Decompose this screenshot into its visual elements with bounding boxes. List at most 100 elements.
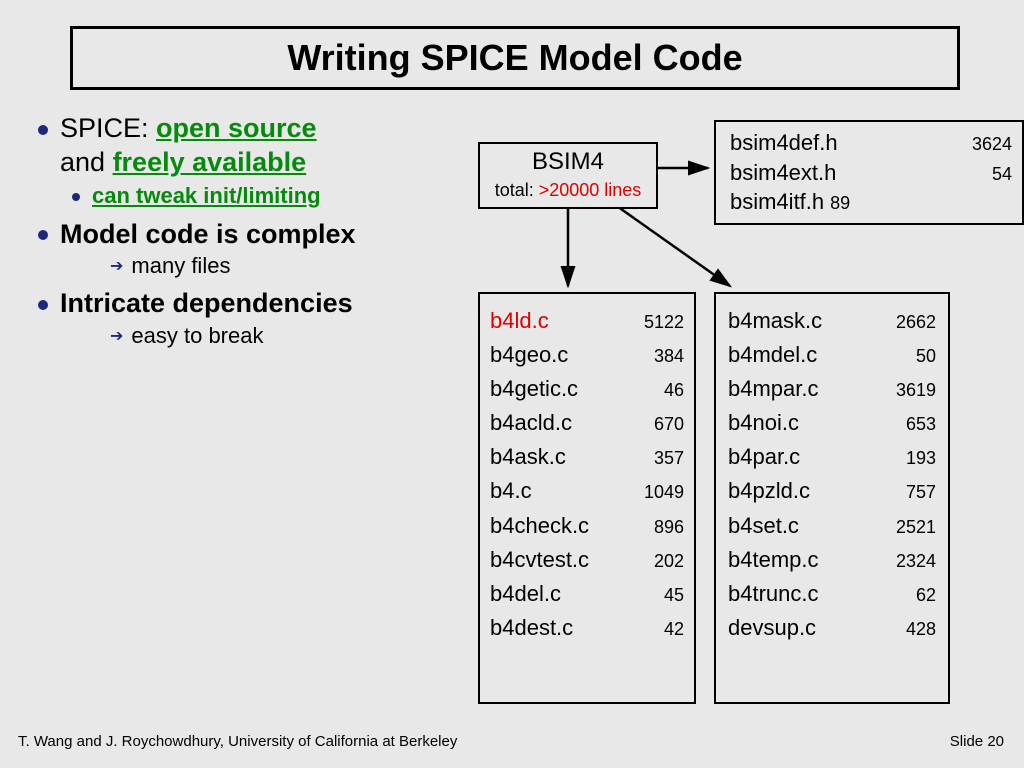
bullet-text-green: can tweak init/limiting <box>92 183 321 208</box>
file-linecount: 3619 <box>888 377 936 405</box>
file-row: b4temp.c 2324 <box>728 543 936 577</box>
file-linecount: 50 <box>908 343 936 371</box>
bullet-easy-break: ➔ easy to break <box>38 322 468 350</box>
file-linecount: 2324 <box>888 548 936 576</box>
bullet-dot-icon <box>72 193 80 201</box>
file-row: devsup.c 428 <box>728 611 936 645</box>
file-linecount: 202 <box>646 548 684 576</box>
file-name: b4noi.c <box>728 406 799 440</box>
file-name: b4trunc.c <box>728 577 819 611</box>
file-row: b4noi.c 653 <box>728 406 936 440</box>
file-row: b4geo.c 384 <box>490 338 684 372</box>
file-name: devsup.c <box>728 611 816 645</box>
bullet-can-tweak: can tweak init/limiting <box>38 181 468 210</box>
footer-slide-num: 20 <box>987 733 1004 750</box>
bullet-dot-icon <box>38 300 48 310</box>
file-row: b4set.c 2521 <box>728 509 936 543</box>
footer-author: T. Wang and J. Roychowdhury, University … <box>18 733 457 750</box>
file-name: b4mpar.c <box>728 372 819 406</box>
footer-slide-label: Slide <box>950 733 988 750</box>
file-row: b4del.c 45 <box>490 577 684 611</box>
bullet-text: easy to break <box>131 323 263 348</box>
file-linecount: 670 <box>646 411 684 439</box>
file-name: bsim4ext.h <box>730 158 880 188</box>
file-name: b4mdel.c <box>728 338 817 372</box>
file-row: b4check.c 896 <box>490 509 684 543</box>
bsim4-total-value: >20000 lines <box>539 180 642 200</box>
bullet-text: many files <box>131 253 230 278</box>
file-row: b4par.c 193 <box>728 440 936 474</box>
file-linecount: 89 <box>824 191 850 215</box>
file-linecount: 653 <box>898 411 936 439</box>
bullet-text: and <box>60 147 113 177</box>
bullet-model-complex: Model code is complex <box>38 218 468 250</box>
file-row: b4mask.c2662 <box>728 304 936 338</box>
file-row: bsim4def.h 3624 <box>730 128 1012 158</box>
file-name: b4set.c <box>728 509 799 543</box>
arrow-icon: ➔ <box>110 327 123 347</box>
file-name: b4.c <box>490 474 532 508</box>
bullet-dot-icon <box>38 230 48 240</box>
bullet-text: SPICE: <box>60 113 156 143</box>
file-linecount: 45 <box>656 582 684 610</box>
file-row: b4cvtest.c 202 <box>490 543 684 577</box>
arrow-diagonal-icon <box>614 204 730 286</box>
file-name: b4check.c <box>490 509 589 543</box>
bullet-freely-available: and freely available <box>38 146 468 178</box>
file-row: b4getic.c 46 <box>490 372 684 406</box>
slide-title: Writing SPICE Model Code <box>70 26 960 90</box>
file-name: b4del.c <box>490 577 561 611</box>
file-name: bsim4def.h <box>730 128 880 158</box>
file-name: b4acld.c <box>490 406 572 440</box>
file-name: b4dest.c <box>490 611 573 645</box>
file-row: bsim4itf.h 89 <box>730 187 1012 217</box>
c-files-box-left: b4ld.c 5122 b4geo.c 384 b4getic.c 46 b4acld… <box>478 292 696 704</box>
file-row: b4acld.c 670 <box>490 406 684 440</box>
footer-slide-number: Slide 20 <box>950 733 1004 750</box>
file-linecount: 2662 <box>888 309 936 337</box>
bullet-text-green: freely available <box>113 147 307 177</box>
bsim4-title: BSIM4 <box>486 146 650 178</box>
file-name: b4par.c <box>728 440 800 474</box>
bullet-spice-open-source: SPICE: open source <box>38 112 468 144</box>
file-linecount: 2521 <box>888 514 936 542</box>
file-linecount: 193 <box>898 445 936 473</box>
bullet-dot-icon <box>38 125 48 135</box>
file-linecount: 357 <box>646 445 684 473</box>
file-name: b4geo.c <box>490 338 568 372</box>
file-row: b4trunc.c 62 <box>728 577 936 611</box>
bullet-text: Model code is complex <box>60 219 356 249</box>
file-name: b4temp.c <box>728 543 819 577</box>
arrow-icon: ➔ <box>110 257 123 277</box>
file-linecount: 42 <box>656 616 684 644</box>
file-row: b4pzld.c 757 <box>728 474 936 508</box>
header-files-box: bsim4def.h 3624 bsim4ext.h 54 bsim4itf.h… <box>714 120 1024 225</box>
file-row: b4mdel.c 50 <box>728 338 936 372</box>
file-linecount: 3624 <box>966 132 1012 156</box>
file-linecount: 896 <box>646 514 684 542</box>
bullet-list: SPICE: open source and freely available … <box>38 112 468 349</box>
file-linecount: 384 <box>646 343 684 371</box>
file-row: bsim4ext.h 54 <box>730 158 1012 188</box>
file-linecount: 54 <box>986 162 1012 186</box>
file-row: b4.c 1049 <box>490 474 684 508</box>
file-linecount: 46 <box>656 377 684 405</box>
file-linecount: 5122 <box>636 309 684 337</box>
file-name: bsim4itf.h <box>730 187 824 217</box>
bullet-text-green: open source <box>156 113 317 143</box>
file-linecount: 62 <box>908 582 936 610</box>
c-files-box-right: b4mask.c2662 b4mdel.c 50 b4mpar.c 3619 b4n… <box>714 292 950 704</box>
bsim4-box: BSIM4 total: >20000 lines <box>478 142 658 209</box>
file-row: b4mpar.c 3619 <box>728 372 936 406</box>
file-name: b4ask.c <box>490 440 566 474</box>
file-name: b4cvtest.c <box>490 543 589 577</box>
file-name: b4getic.c <box>490 372 578 406</box>
file-linecount: 1049 <box>636 479 684 507</box>
bullet-many-files: ➔ many files <box>38 252 468 280</box>
bullet-intricate-deps: Intricate dependencies <box>38 287 468 319</box>
file-linecount: 757 <box>898 479 936 507</box>
file-name: b4ld.c <box>490 304 549 338</box>
file-linecount: 428 <box>898 616 936 644</box>
file-name: b4pzld.c <box>728 474 810 508</box>
file-row: b4ld.c 5122 <box>490 304 684 338</box>
